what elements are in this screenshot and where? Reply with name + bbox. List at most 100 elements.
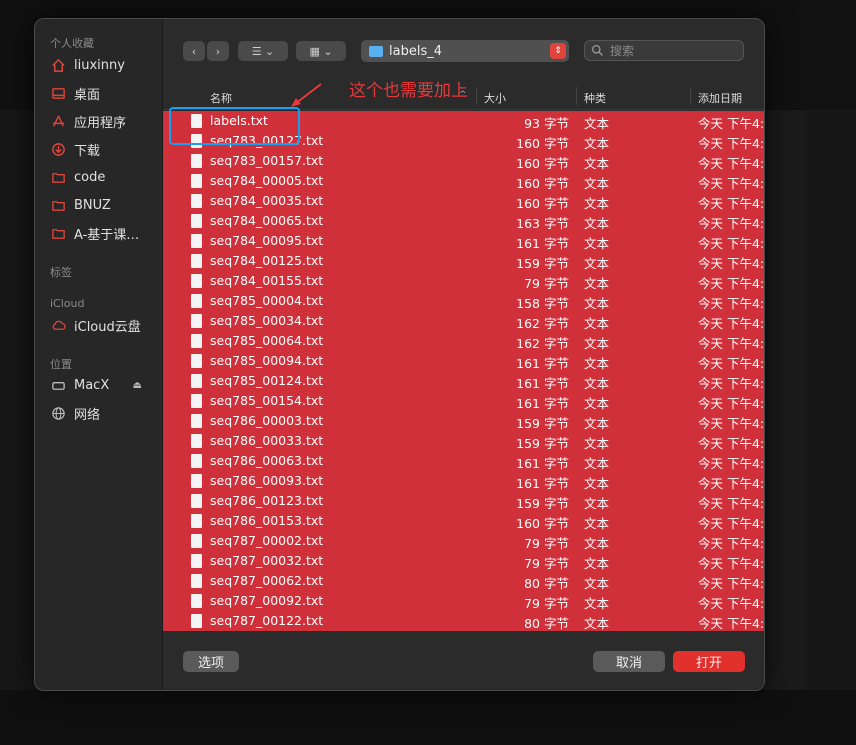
file-name: seq785_00034.txt xyxy=(210,313,324,328)
file-name: seq783_00157.txt xyxy=(210,153,324,168)
file-row[interactable]: seq784_00035.txt 160 字节 文本 今天 下午4: xyxy=(163,191,764,211)
open-button[interactable]: 打开 xyxy=(673,651,745,672)
sidebar-item-label: code xyxy=(74,169,106,185)
sidebar-item-label: 应用程序 xyxy=(74,115,127,131)
sidebar-item-code[interactable]: code xyxy=(50,165,160,189)
file-size: 162 字节 xyxy=(516,316,569,331)
file-date-added: 今天 下午4: xyxy=(698,156,765,171)
file-date-added: 今天 下午4: xyxy=(698,116,765,131)
file-date-added: 今天 下午4: xyxy=(698,256,765,271)
sidebar-item-home[interactable]: liuxinny xyxy=(50,53,160,77)
current-folder-name: labels_4 xyxy=(389,43,442,59)
file-kind: 文本 xyxy=(584,356,610,371)
file-row[interactable]: seq783_00157.txt 160 字节 文本 今天 下午4: xyxy=(163,151,765,171)
file-name: seq784_00065.txt xyxy=(210,213,324,228)
column-header-name[interactable]: 名称 xyxy=(210,90,232,106)
sidebar-header-tags: 标签 xyxy=(50,266,72,279)
file-name: seq784_00155.txt xyxy=(210,273,324,288)
back-button[interactable]: ‹ xyxy=(183,41,205,61)
file-size: 161 字节 xyxy=(516,356,569,371)
sidebar-item-icloud-drive[interactable]: iCloud云盘 xyxy=(50,313,160,337)
file-date-added: 今天 下午4: xyxy=(698,616,765,631)
file-kind: 文本 xyxy=(584,236,610,251)
text-file-icon xyxy=(191,494,202,508)
file-row[interactable]: seq784_00125.txt 159 字节 文本 今天 下午4: xyxy=(163,251,765,271)
file-name: seq785_00064.txt xyxy=(210,333,324,348)
file-size: 160 字节 xyxy=(516,176,569,191)
file-date-added: 今天 下午4: xyxy=(698,276,765,291)
column-header-kind[interactable]: 种类 xyxy=(584,90,606,106)
file-row[interactable]: seq787_00032.txt 79 字节 文本 今天 下午4: xyxy=(163,551,764,571)
sidebar-item-applications[interactable]: 应用程序 xyxy=(50,109,160,133)
file-row[interactable]: seq786_00003.txt 159 字节 文本 今天 下午4: xyxy=(163,411,764,431)
sidebar-item-network[interactable]: 网络 xyxy=(50,401,160,425)
file-row[interactable]: seq785_00154.txt 161 字节 文本 今天 下午4: xyxy=(163,391,764,411)
file-row[interactable]: seq787_00062.txt 80 字节 文本 今天 下午4: xyxy=(163,571,764,591)
file-kind: 文本 xyxy=(584,216,610,231)
file-date-added: 今天 下午4: xyxy=(698,376,765,391)
file-row[interactable]: seq787_00122.txt 80 字节 文本 今天 下午4: xyxy=(163,611,765,631)
annotation-text: 这个也需要加上 xyxy=(349,81,468,101)
file-row[interactable]: seq787_00002.txt 79 字节 文本 今天 下午4: xyxy=(163,531,764,551)
file-name: seq787_00002.txt xyxy=(210,533,324,548)
cancel-button[interactable]: 取消 xyxy=(593,651,665,672)
column-header-date-added[interactable]: 添加日期 xyxy=(698,90,742,106)
file-row[interactable]: seq786_00153.txt 160 字节 文本 今天 下午4: xyxy=(163,511,764,531)
file-name: seq786_00063.txt xyxy=(210,453,324,468)
sidebar-item-label: BNUZ xyxy=(74,197,111,213)
file-row[interactable]: seq785_00064.txt 162 字节 文本 今天 下午4: xyxy=(163,331,764,351)
file-name: seq787_00122.txt xyxy=(210,613,324,628)
file-kind: 文本 xyxy=(584,536,610,551)
file-date-added: 今天 下午4: xyxy=(698,296,765,311)
file-kind: 文本 xyxy=(584,296,610,311)
sidebar-header-favorites: 个人收藏 xyxy=(50,37,94,50)
text-file-icon xyxy=(191,154,202,168)
sidebar-item-macx[interactable]: MacX ⏏ xyxy=(50,373,160,397)
file-size: 161 字节 xyxy=(516,476,569,491)
sidebar-item-bnuz[interactable]: BNUZ xyxy=(50,193,160,217)
file-kind: 文本 xyxy=(584,416,610,431)
file-date-added: 今天 下午4: xyxy=(698,316,765,331)
file-kind: 文本 xyxy=(584,496,610,511)
sidebar-item-label: MacX xyxy=(74,377,110,393)
desktop-icon xyxy=(50,85,66,101)
list-view-button[interactable]: ☰ ⌄ xyxy=(238,41,288,61)
file-size: 160 字节 xyxy=(516,156,569,171)
home-icon xyxy=(50,57,66,73)
file-row[interactable]: seq786_00063.txt 161 字节 文本 今天 下午4: xyxy=(163,451,764,471)
file-size: 79 字节 xyxy=(524,276,569,291)
search-input[interactable]: 搜索 xyxy=(584,40,744,61)
file-row[interactable]: seq785_00004.txt 158 字节 文本 今天 下午4: xyxy=(163,291,765,311)
file-kind: 文本 xyxy=(584,276,610,291)
file-row[interactable]: seq785_00034.txt 162 字节 文本 今天 下午4: xyxy=(163,311,765,331)
sidebar-item-downloads[interactable]: 下载 xyxy=(50,137,160,161)
file-row[interactable]: seq784_00005.txt 160 字节 文本 今天 下午4: xyxy=(163,171,764,191)
eject-icon[interactable]: ⏏ xyxy=(133,380,142,391)
file-row[interactable]: seq787_00092.txt 79 字节 文本 今天 下午4: xyxy=(163,591,764,611)
file-name: seq787_00032.txt xyxy=(210,553,324,568)
file-row[interactable]: seq785_00124.txt 161 字节 文本 今天 下午4: xyxy=(163,371,765,391)
file-row[interactable]: seq784_00065.txt 163 字节 文本 今天 下午4: xyxy=(163,211,764,231)
file-row[interactable]: seq784_00095.txt 161 字节 文本 今天 下午4: xyxy=(163,231,765,251)
sidebar-item-course-folder[interactable]: A-基于课… xyxy=(50,221,160,245)
text-file-icon xyxy=(191,374,202,388)
folder-path-select[interactable]: labels_4 ⇕ xyxy=(361,40,569,62)
file-kind: 文本 xyxy=(584,436,610,451)
text-file-icon xyxy=(191,614,202,628)
file-row[interactable]: seq784_00155.txt 79 字节 文本 今天 下午4: xyxy=(163,271,765,291)
grid-view-button[interactable]: ▦ ⌄ xyxy=(296,41,346,61)
sidebar-item-desktop[interactable]: 桌面 xyxy=(50,81,160,105)
file-name: seq786_00153.txt xyxy=(210,513,324,528)
open-file-dialog: 个人收藏 liuxinny 桌面 应用程序 下载 code BNUZ A-基于课… xyxy=(34,18,765,691)
file-row[interactable]: seq786_00093.txt 161 字节 文本 今天 下午4: xyxy=(163,471,764,491)
file-date-added: 今天 下午4: xyxy=(698,236,765,251)
options-button[interactable]: 选项 xyxy=(183,651,239,672)
file-kind: 文本 xyxy=(584,616,610,631)
file-row[interactable]: seq785_00094.txt 161 字节 文本 今天 下午4: xyxy=(163,351,764,371)
file-size: 160 字节 xyxy=(516,196,569,211)
column-header-size[interactable]: 大小 xyxy=(484,90,506,106)
file-row[interactable]: seq786_00033.txt 159 字节 文本 今天 下午4: xyxy=(163,431,764,451)
file-row[interactable]: seq786_00123.txt 159 字节 文本 今天 下午4: xyxy=(163,491,764,511)
forward-button[interactable]: › xyxy=(207,41,229,61)
file-kind: 文本 xyxy=(584,596,610,611)
